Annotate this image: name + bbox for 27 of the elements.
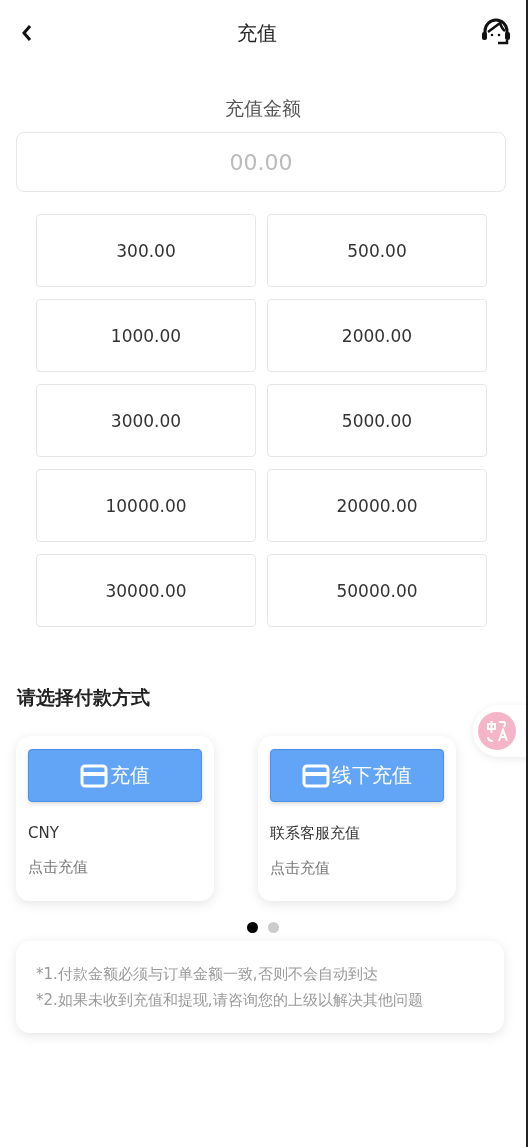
- page-dot[interactable]: [247, 922, 258, 933]
- amount-option[interactable]: 50000.00: [267, 554, 487, 627]
- note-text: *1.付款金额必须与订单金额一致,否则不会自动到达: [36, 964, 379, 985]
- card-icon: [302, 763, 330, 788]
- amount-option[interactable]: 500.00: [267, 214, 487, 287]
- amount-option[interactable]: 5000.00: [267, 384, 487, 457]
- payment-card[interactable]: 充值 CNY 点击充值: [16, 736, 214, 901]
- page-dot[interactable]: [268, 922, 279, 933]
- method-hint: 点击充值: [28, 858, 89, 877]
- back-button[interactable]: [20, 23, 34, 43]
- amount-option[interactable]: 30000.00: [36, 554, 256, 627]
- page-title: 充值: [237, 19, 277, 47]
- card-icon: [80, 763, 108, 788]
- method-name: 联系客服充值: [270, 824, 361, 843]
- amount-option[interactable]: 3000.00: [36, 384, 256, 457]
- amount-field[interactable]: 00.00: [16, 132, 506, 192]
- section-title: 请选择付款方式: [17, 685, 151, 710]
- method-name: CNY: [28, 824, 60, 842]
- amount-option[interactable]: 2000.00: [267, 299, 487, 372]
- amount-option[interactable]: 300.00: [36, 214, 256, 287]
- amount-option[interactable]: 20000.00: [267, 469, 487, 542]
- amount-option[interactable]: 1000.00: [36, 299, 256, 372]
- amount-label: 充值金额: [224, 96, 302, 121]
- payment-card[interactable]: 线下充值 联系客服充值 点击充值: [258, 736, 456, 901]
- amount-option[interactable]: 10000.00: [36, 469, 256, 542]
- method-hint: 点击充值: [270, 859, 331, 878]
- note-text: *2.如果未收到充值和提现,请咨询您的上级以解决其他问题: [36, 990, 424, 1011]
